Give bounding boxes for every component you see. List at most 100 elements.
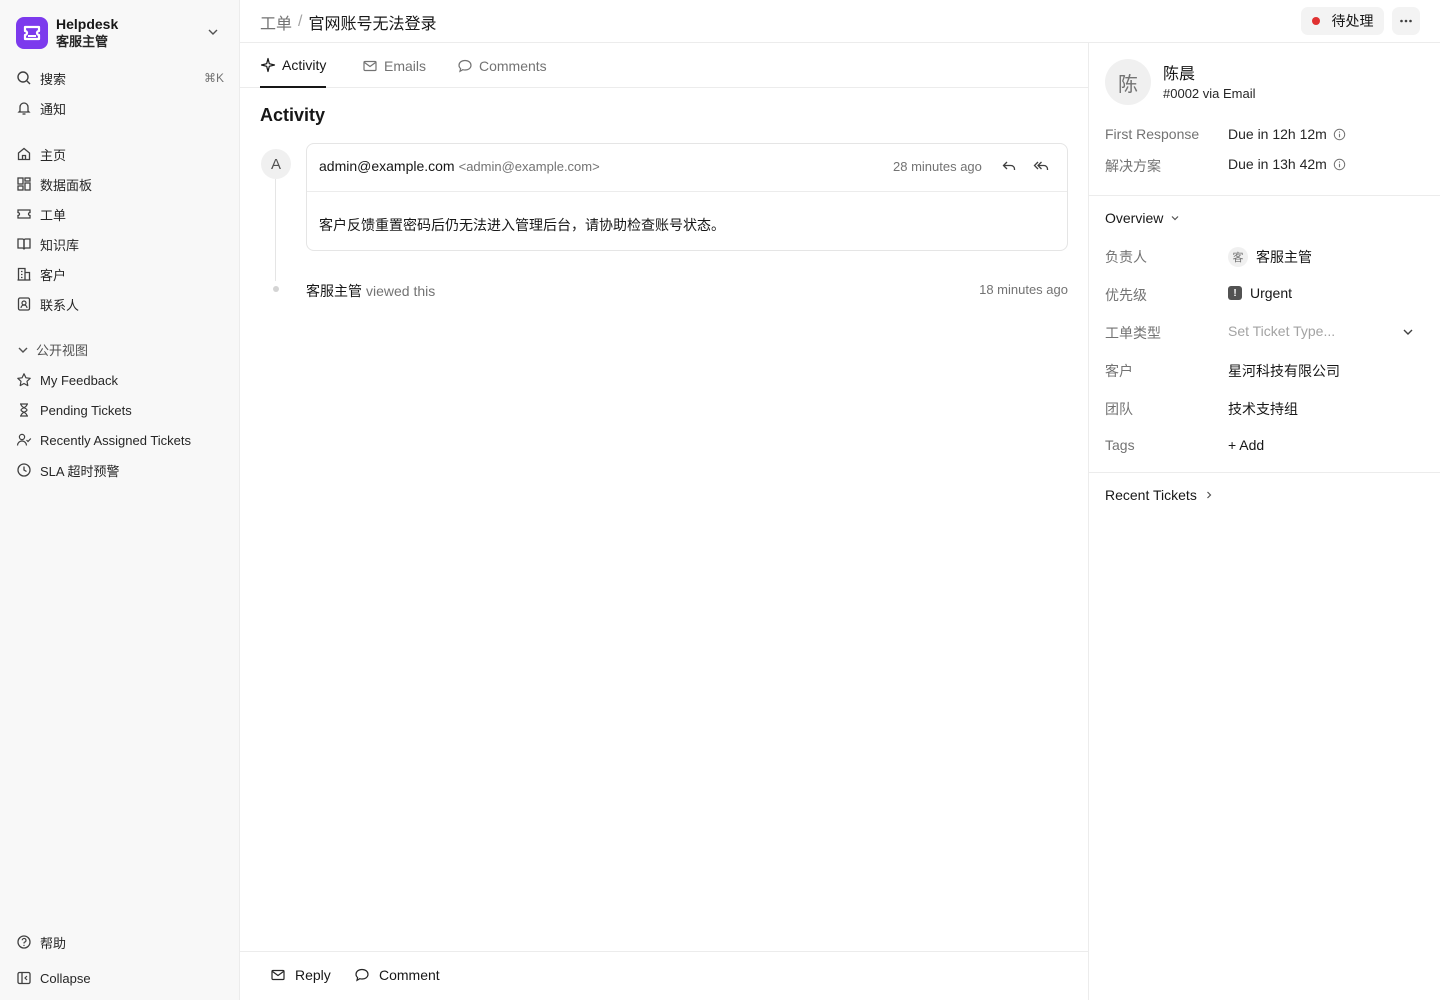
sidebar-item-home[interactable]: 主页 xyxy=(16,141,224,167)
sidebar-item-dashboard[interactable]: 数据面板 xyxy=(16,171,224,197)
reply-icon xyxy=(1001,158,1017,174)
email-sender-address: <admin@example.com> xyxy=(458,159,600,174)
sidebar-item-search[interactable]: 搜索 ⌘K xyxy=(16,65,224,91)
ticket-details-panel: 陈 陈晨 #0002 via Email First Response Due … xyxy=(1088,43,1440,1000)
sidebar-item-label: Pending Tickets xyxy=(40,402,132,418)
email-card: admin@example.com <admin@example.com> 28 … xyxy=(306,143,1068,251)
section-label: 公开视图 xyxy=(36,343,89,358)
contact-icon xyxy=(16,296,32,312)
book-icon xyxy=(16,236,32,252)
tab-label: Activity xyxy=(282,56,327,73)
info-icon[interactable] xyxy=(1333,158,1346,171)
comment-compose-button[interactable]: Comment xyxy=(354,967,440,983)
timeline-line xyxy=(275,179,276,281)
tab-label: Comments xyxy=(479,57,547,74)
tab-activity[interactable]: Activity xyxy=(260,43,327,88)
field-value: 技术支持组 xyxy=(1228,401,1298,417)
field-label: Tags xyxy=(1105,437,1135,453)
field-team[interactable]: 团队 技术支持组 xyxy=(1105,397,1425,419)
dashboard-icon xyxy=(16,176,32,192)
sidebar-item-tickets[interactable]: 工单 xyxy=(16,201,224,227)
reply-all-button[interactable] xyxy=(1033,158,1049,174)
email-sender: admin@example.com <admin@example.com> xyxy=(319,158,600,174)
sidebar-item-pending-tickets[interactable]: Pending Tickets xyxy=(16,397,224,423)
field-label: 负责人 xyxy=(1105,249,1147,265)
sidebar-item-label: 主页 xyxy=(40,147,67,163)
reply-compose-button[interactable]: Reply xyxy=(270,967,331,983)
more-options-button[interactable] xyxy=(1392,7,1420,35)
breadcrumb-tickets-link[interactable]: 工单 xyxy=(260,10,292,34)
field-assignee[interactable]: 负责人 客 客服主管 xyxy=(1105,245,1425,267)
ticket-icon xyxy=(16,206,32,222)
sidebar-item-label: 帮助 xyxy=(40,935,67,951)
chevron-down-icon xyxy=(1169,212,1181,224)
brand-role: 客服主管 xyxy=(56,34,109,49)
sidebar-item-my-feedback[interactable]: My Feedback xyxy=(16,367,224,393)
sidebar: Helpdesk 客服主管 搜索 ⌘K 通知 主页 数据面板 工单 知识库 客户… xyxy=(0,0,240,1000)
overview-toggle[interactable]: Overview xyxy=(1105,210,1181,226)
add-tag-button[interactable]: + Add xyxy=(1228,437,1264,453)
sidebar-item-help[interactable]: 帮助 xyxy=(16,929,224,955)
email-header: admin@example.com <admin@example.com> 28 … xyxy=(307,144,1067,192)
brand-switcher[interactable]: Helpdesk 客服主管 xyxy=(16,15,224,51)
ticket-type-select[interactable]: Set Ticket Type... xyxy=(1228,323,1335,339)
reply-label: Reply xyxy=(295,967,331,983)
reply-button[interactable] xyxy=(1001,158,1017,174)
message-circle-icon xyxy=(354,967,370,983)
email-body: 客户反馈重置密码后仍无法进入管理后台，请协助检查账号状态。 xyxy=(319,217,725,233)
recent-tickets-heading: Recent Tickets xyxy=(1105,487,1197,503)
field-priority[interactable]: 优先级 ! Urgent xyxy=(1105,283,1425,305)
star-icon xyxy=(16,372,32,388)
reply-all-icon xyxy=(1033,158,1049,174)
sidebar-item-label: Recently Assigned Tickets xyxy=(40,432,192,448)
status-dropdown-button[interactable]: 待处理 xyxy=(1301,7,1384,35)
field-ticket-type[interactable]: 工单类型 Set Ticket Type... xyxy=(1105,321,1425,343)
sla-resolution: 解决方案 Due in 13h 42m xyxy=(1105,156,1425,176)
clock-icon xyxy=(16,462,32,478)
chevron-right-icon xyxy=(1203,489,1215,501)
breadcrumb: 工单 / 官网账号无法登录 xyxy=(260,10,436,34)
email-sender-name: admin@example.com xyxy=(319,158,455,174)
bell-icon xyxy=(16,100,32,116)
more-horizontal-icon xyxy=(1398,13,1414,29)
activity-view-event: 客服主管 viewed this 18 minutes ago xyxy=(306,281,1068,301)
overview-heading: Overview xyxy=(1105,210,1164,226)
sidebar-collapse-button[interactable]: Collapse xyxy=(16,965,224,991)
sidebar-item-customers[interactable]: 客户 xyxy=(16,261,224,287)
field-value: Urgent xyxy=(1250,285,1293,301)
divider xyxy=(1089,472,1440,473)
sidebar-item-label: 联系人 xyxy=(40,297,80,313)
chevron-down-icon xyxy=(16,343,30,357)
sla-label: 解决方案 xyxy=(1105,158,1161,174)
tab-comments[interactable]: Comments xyxy=(457,43,547,88)
status-dot-icon xyxy=(1311,17,1320,25)
sidebar-item-label: 搜索 xyxy=(40,71,67,87)
activity-heading: Activity xyxy=(260,105,326,125)
help-circle-icon xyxy=(16,934,32,950)
field-label: 客户 xyxy=(1105,363,1133,379)
sidebar-item-knowledge-base[interactable]: 知识库 xyxy=(16,231,224,257)
sidebar-item-label: My Feedback xyxy=(40,372,119,388)
message-circle-icon xyxy=(457,58,473,74)
sidebar-item-notifications[interactable]: 通知 xyxy=(16,95,224,121)
email-timestamp: 28 minutes ago xyxy=(893,159,982,174)
search-icon xyxy=(16,70,32,86)
sidebar-collapse-icon xyxy=(16,970,32,986)
contact-name[interactable]: 陈晨 xyxy=(1163,60,1195,84)
field-tags: Tags + Add xyxy=(1105,435,1425,457)
sla-label: First Response xyxy=(1105,126,1200,142)
view-event-timestamp: 18 minutes ago xyxy=(979,282,1068,297)
sidebar-item-sla-alert[interactable]: SLA 超时预警 xyxy=(16,457,224,483)
ticket-id-source: #0002 via Email xyxy=(1163,86,1256,101)
composer-footer: Reply Comment xyxy=(240,951,1088,1000)
tab-bar: Activity Emails Comments xyxy=(240,43,1088,88)
avatar: A xyxy=(261,149,291,179)
info-icon[interactable] xyxy=(1333,128,1346,141)
recent-tickets-toggle[interactable]: Recent Tickets xyxy=(1105,487,1215,503)
public-views-toggle[interactable]: 公开视图 xyxy=(16,340,88,359)
field-customer[interactable]: 客户 星河科技有限公司 xyxy=(1105,359,1425,381)
sidebar-item-contacts[interactable]: 联系人 xyxy=(16,291,224,317)
chevron-down-icon xyxy=(206,25,220,39)
sidebar-item-recently-assigned[interactable]: Recently Assigned Tickets xyxy=(16,427,224,453)
tab-emails[interactable]: Emails xyxy=(362,43,426,88)
